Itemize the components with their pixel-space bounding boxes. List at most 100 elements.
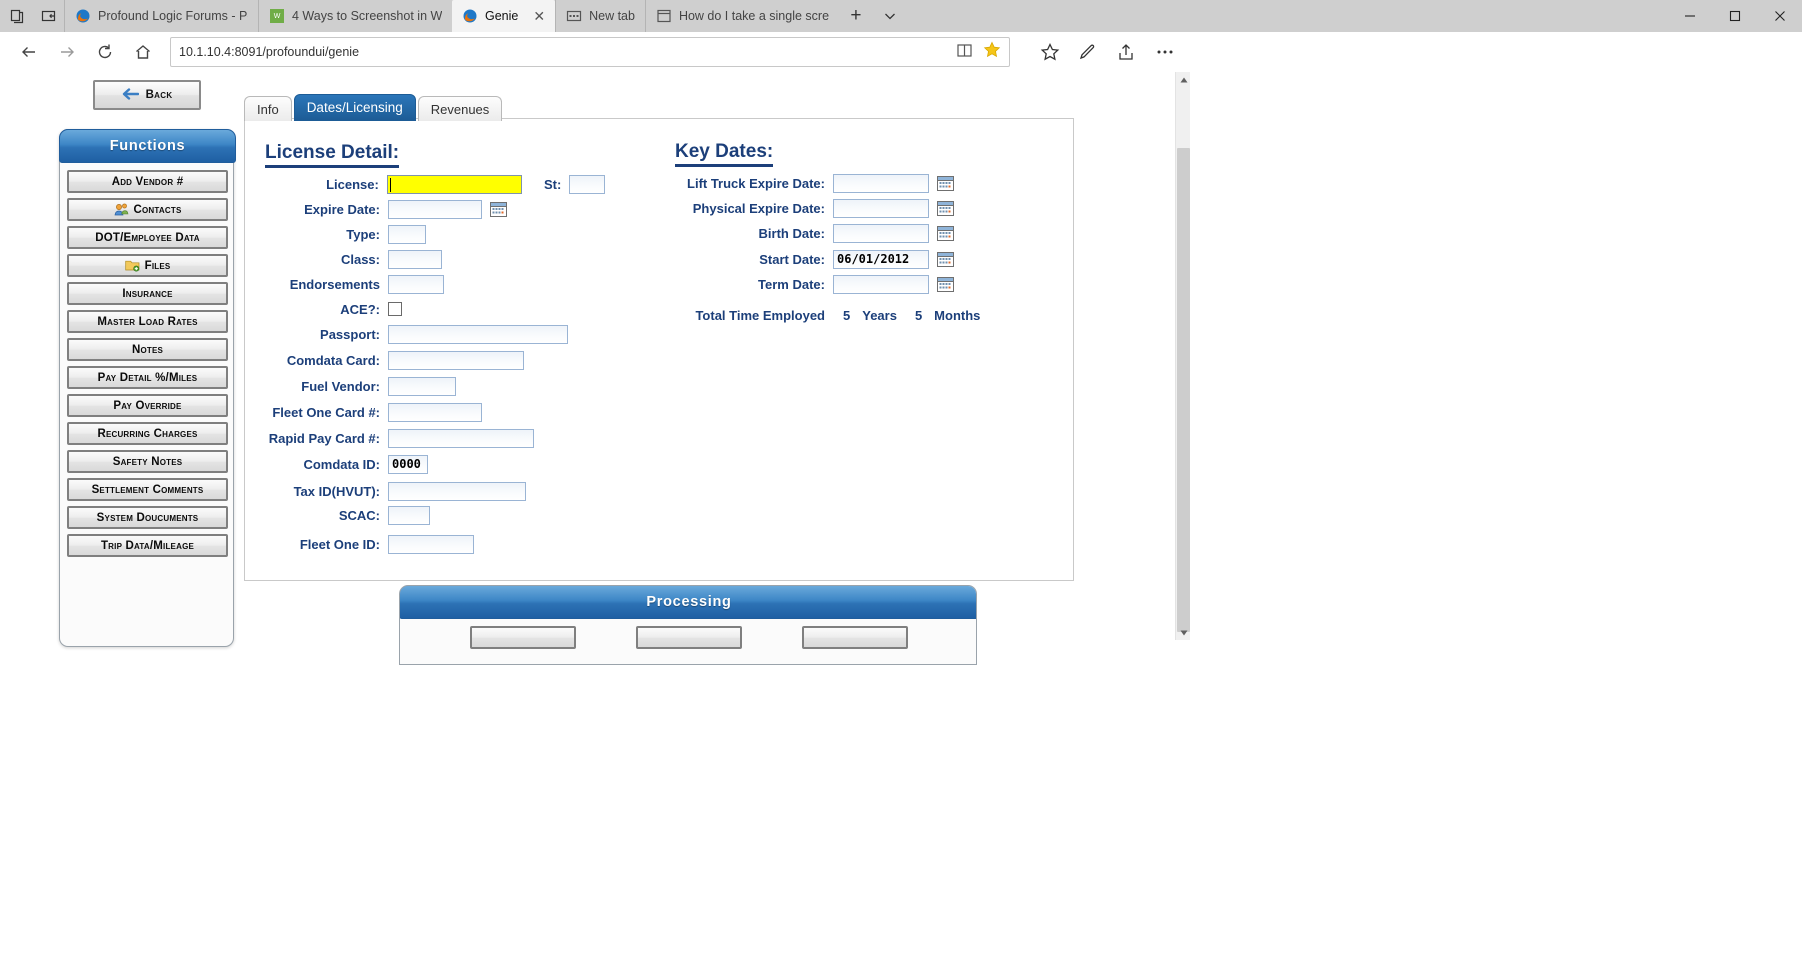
pen-icon[interactable]	[1078, 42, 1098, 62]
calendar-icon[interactable]	[937, 276, 954, 292]
function-button-settlement-comments[interactable]: Settlement Comments	[67, 478, 228, 501]
processing-button-list	[400, 626, 976, 649]
scroll-down-icon[interactable]	[1176, 625, 1191, 640]
home-icon[interactable]	[126, 35, 160, 69]
passport-label: Passport:	[320, 326, 380, 342]
function-button-master-load-rates[interactable]: Master Load Rates	[67, 310, 228, 333]
browser-tab-1[interactable]: W 4 Ways to Screenshot in Wi	[258, 0, 452, 32]
close-icon[interactable]: ✕	[533, 9, 545, 23]
star-icon[interactable]	[983, 41, 1001, 62]
endorsements-label: Endorsements	[289, 276, 380, 292]
refresh-icon[interactable]	[88, 35, 122, 69]
function-button-notes[interactable]: Notes	[67, 338, 228, 361]
window-icon	[656, 8, 672, 24]
function-button-add-vendor[interactable]: Add Vendor #	[67, 170, 228, 193]
rapid-pay-card-input[interactable]	[388, 428, 534, 448]
fuel-vendor-input[interactable]	[388, 376, 456, 396]
function-button-safety-notes[interactable]: Safety Notes	[67, 450, 228, 473]
tab-dates-licensing[interactable]: Dates/Licensing	[293, 94, 416, 121]
chevron-down-icon[interactable]	[873, 0, 907, 32]
tab-preview-icon[interactable]	[8, 7, 26, 25]
expire-date-input[interactable]	[388, 199, 482, 219]
function-button-trip-data-mileage[interactable]: Trip Data/Mileage	[67, 534, 228, 557]
browser-tab-0[interactable]: Profound Logic Forums - Pc	[64, 0, 258, 32]
function-button-recurring-charges[interactable]: Recurring Charges	[67, 422, 228, 445]
calendar-icon[interactable]	[937, 200, 954, 216]
function-label: System Doucuments	[96, 511, 199, 524]
total-time-years-label: Years	[862, 307, 897, 323]
forward-icon[interactable]	[50, 35, 84, 69]
start-date-input[interactable]: 06/01/2012	[833, 249, 929, 269]
address-bar-url[interactable]: 10.1.10.4:8091/profoundui/genie	[179, 45, 956, 59]
favorites-icon[interactable]	[1040, 42, 1060, 62]
ellipsis-icon[interactable]	[1154, 42, 1176, 62]
expire-date-label: Expire Date:	[304, 201, 380, 217]
calendar-icon[interactable]	[937, 251, 954, 267]
fleet-one-id-input[interactable]	[388, 534, 474, 554]
calendar-icon[interactable]	[937, 175, 954, 191]
back-button[interactable]: Back	[93, 80, 201, 110]
type-input[interactable]	[388, 224, 426, 244]
calendar-icon[interactable]	[937, 225, 954, 241]
lift-truck-expire-label: Lift Truck Expire Date:	[687, 175, 825, 191]
state-input[interactable]	[569, 174, 605, 194]
share-icon[interactable]	[1116, 42, 1136, 62]
start-date-label: Start Date:	[759, 251, 825, 267]
function-button-dot-employee-data[interactable]: DOT/Employee Data	[67, 226, 228, 249]
new-tab-button[interactable]: +	[839, 0, 873, 32]
browser-tab-4[interactable]: How do I take a single scree	[644, 0, 839, 32]
class-input[interactable]	[388, 249, 442, 269]
functions-button-list: Add Vendor # Contacts DOT/Employee Data	[67, 170, 228, 562]
browser-tab-3[interactable]: New tab	[555, 0, 645, 32]
function-label: Notes	[131, 343, 164, 356]
function-button-pay-detail[interactable]: Pay Detail %/Miles	[67, 366, 228, 389]
processing-button-0[interactable]	[470, 626, 576, 649]
lift-truck-expire-input[interactable]	[833, 173, 929, 193]
address-bar[interactable]: 10.1.10.4:8091/profoundui/genie	[170, 36, 1010, 67]
comdata-id-input[interactable]: 0000	[388, 454, 428, 474]
birth-date-label: Birth Date:	[758, 225, 825, 241]
function-button-system-documents[interactable]: System Doucuments	[67, 506, 228, 529]
term-date-input[interactable]	[833, 274, 929, 294]
ace-checkbox[interactable]	[388, 302, 402, 316]
scrollbar-thumb[interactable]	[1177, 148, 1190, 632]
physical-expire-input[interactable]	[833, 198, 929, 218]
minimize-button[interactable]	[1667, 0, 1712, 32]
back-icon[interactable]	[12, 35, 46, 69]
tab-label: Dates/Licensing	[306, 100, 403, 115]
page-viewport: Back Functions Add Vendor # Contacts DOT…	[0, 72, 1802, 960]
scroll-up-icon[interactable]	[1176, 72, 1191, 87]
field-row-physical-expire: Physical Expire Date:	[665, 198, 954, 218]
book-icon[interactable]	[956, 42, 973, 62]
function-button-insurance[interactable]: Insurance	[67, 282, 228, 305]
back-button-label: Back	[145, 89, 173, 101]
tab-info[interactable]: Info	[244, 96, 292, 121]
set-aside-tabs-icon[interactable]	[40, 7, 58, 25]
browser-tab-2[interactable]: Genie ✕	[452, 0, 556, 32]
function-button-files[interactable]: Files	[67, 254, 228, 277]
comdata-card-label: Comdata Card:	[286, 352, 380, 368]
birth-date-input[interactable]	[833, 223, 929, 243]
tab-label: Info	[257, 101, 279, 117]
endorsements-input[interactable]	[388, 274, 444, 294]
fleet-one-card-input[interactable]	[388, 402, 482, 422]
tax-id-input[interactable]	[388, 481, 526, 501]
processing-button-1[interactable]	[636, 626, 742, 649]
processing-button-2[interactable]	[802, 626, 908, 649]
field-row-fuel-vendor: Fuel Vendor:	[265, 376, 456, 396]
passport-input[interactable]	[388, 324, 568, 344]
license-input[interactable]	[386, 174, 522, 194]
total-time-months-value: 5	[914, 307, 923, 323]
close-button[interactable]	[1757, 0, 1802, 32]
fleet-one-id-label: Fleet One ID:	[299, 536, 380, 552]
scac-input[interactable]	[388, 505, 430, 525]
maximize-button[interactable]	[1712, 0, 1757, 32]
page-scrollbar[interactable]	[1175, 72, 1190, 640]
calendar-icon[interactable]	[490, 201, 507, 217]
function-button-pay-override[interactable]: Pay Override	[67, 394, 228, 417]
browser-tab-3-label: New tab	[589, 9, 635, 23]
function-label: Recurring Charges	[97, 427, 198, 440]
function-button-contacts[interactable]: Contacts	[67, 198, 228, 221]
tab-revenues[interactable]: Revenues	[417, 96, 503, 121]
comdata-card-input[interactable]	[388, 350, 524, 370]
